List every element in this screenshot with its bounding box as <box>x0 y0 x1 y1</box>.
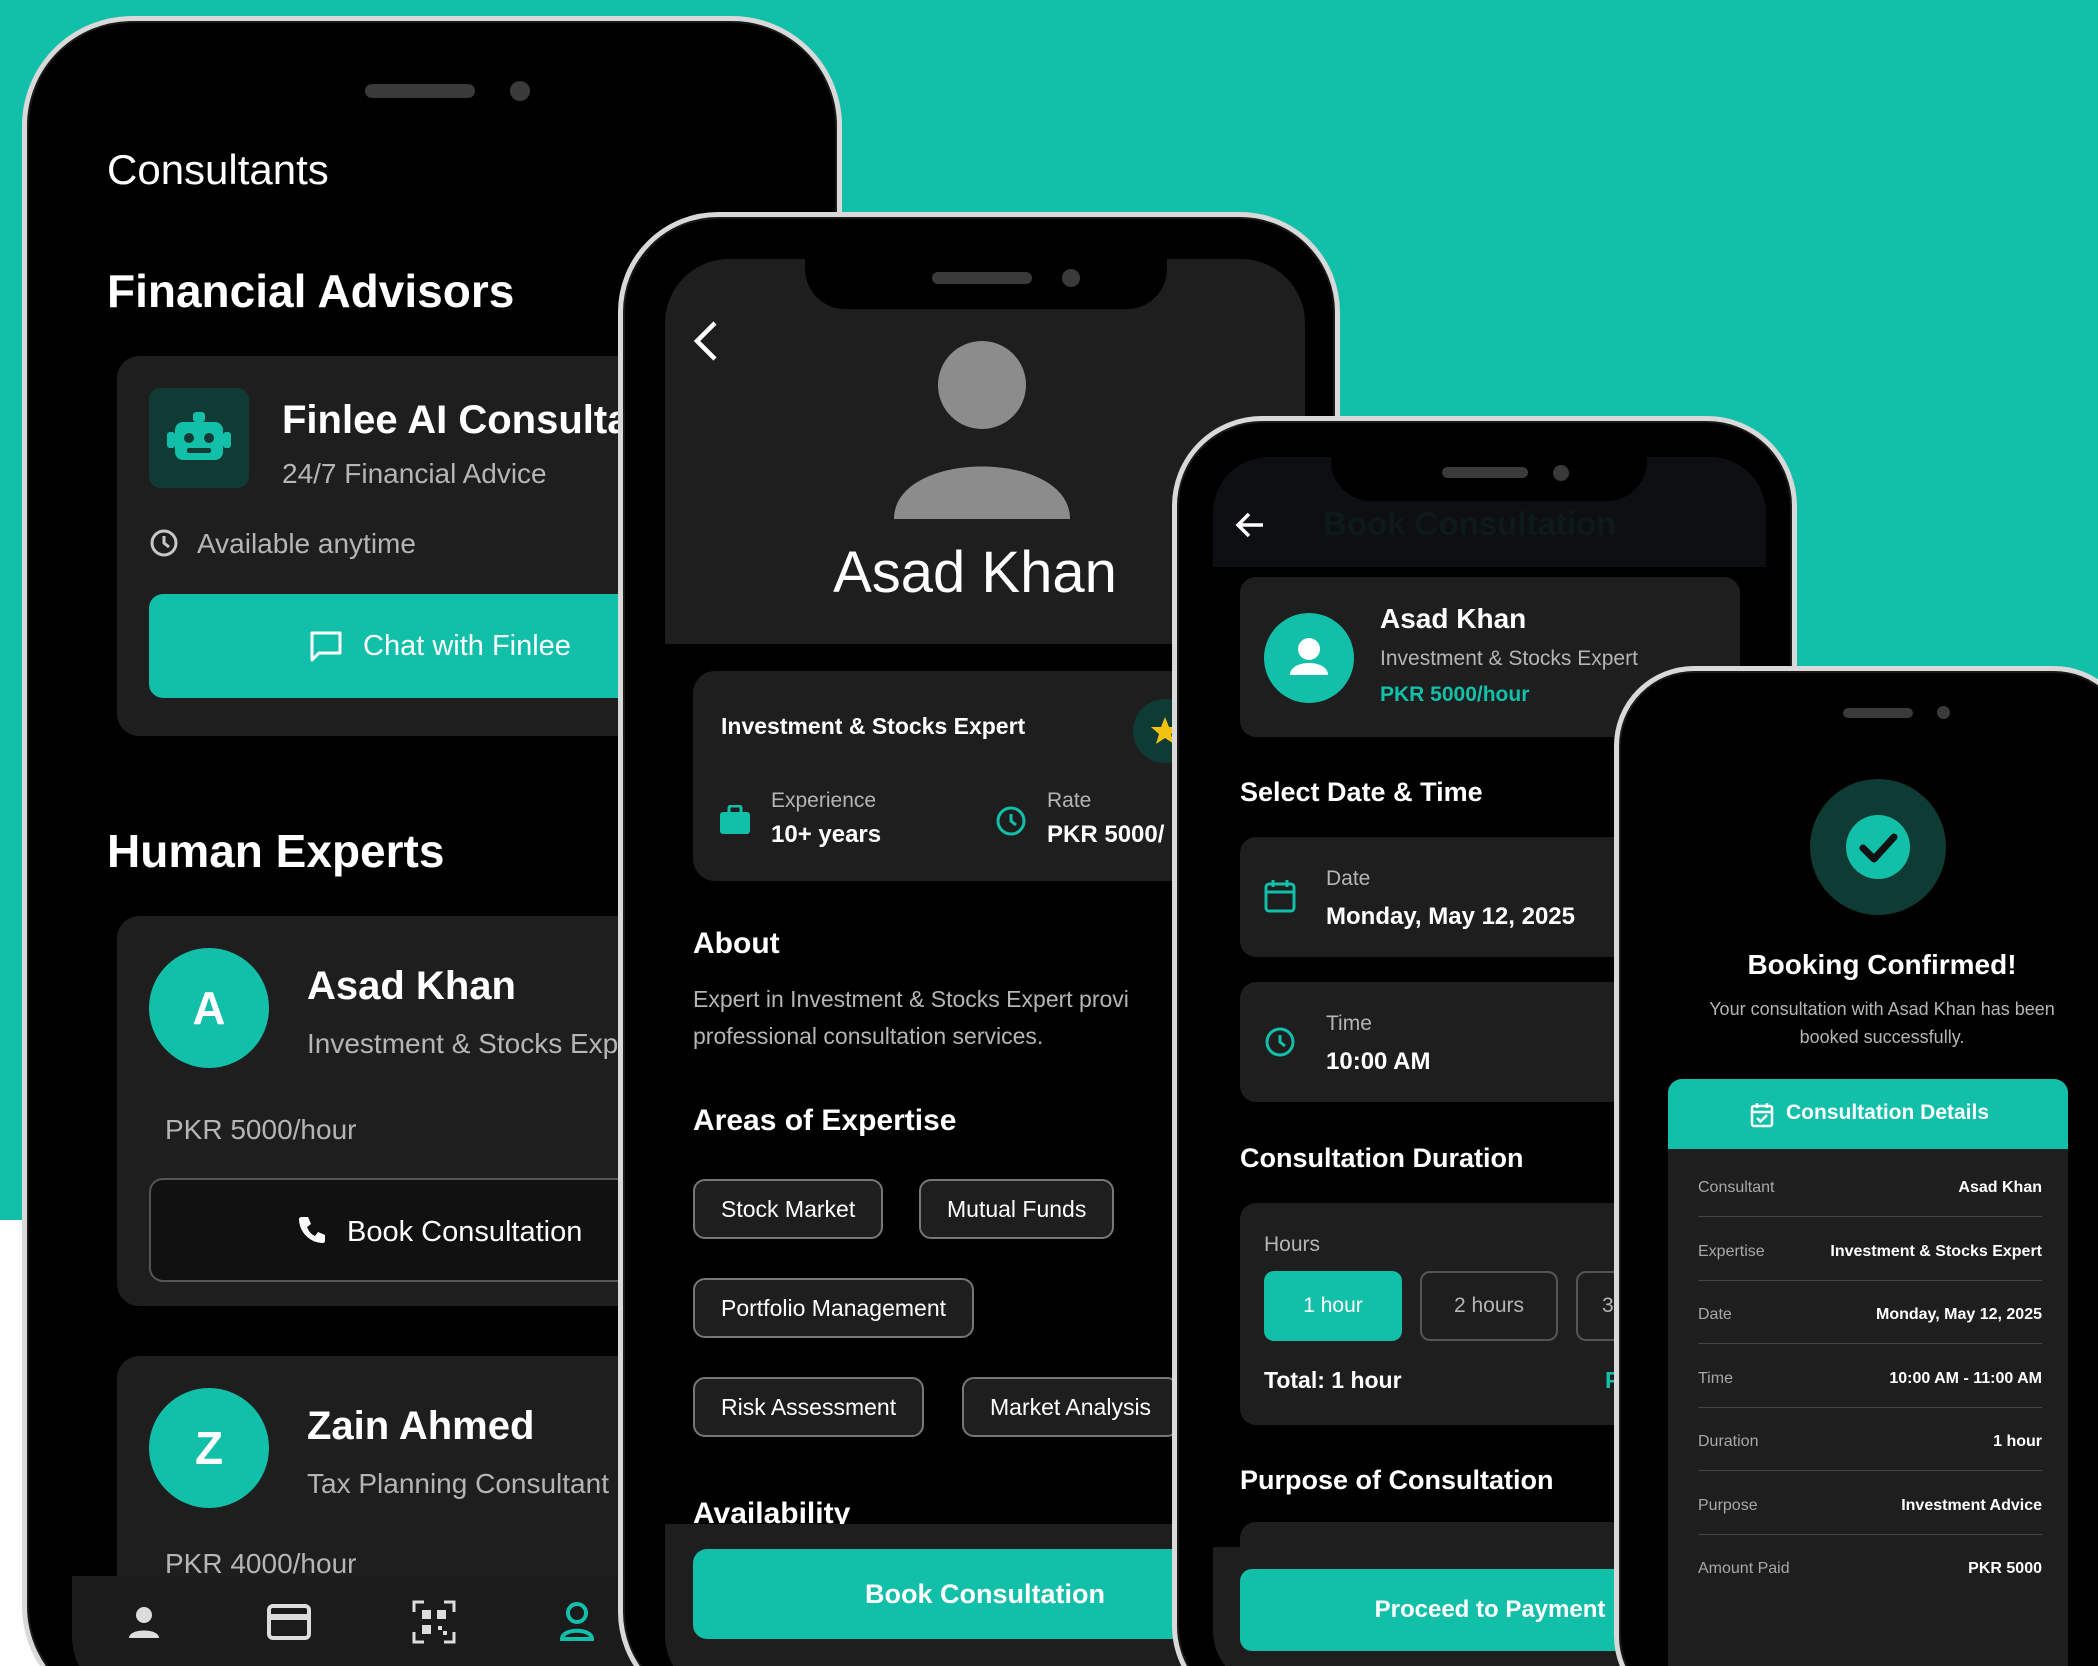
calendar-icon <box>1264 879 1296 913</box>
total-duration: Total: 1 hour <box>1264 1367 1402 1393</box>
expert-specialty: Investment & Stocks Exp <box>307 1028 619 1059</box>
phone-confirmation: Booking Confirmed! Your consultation wit… <box>1614 666 2098 1666</box>
availability-text: Available anytime <box>197 528 416 559</box>
detail-row: Date Monday, May 12, 2025 <box>1698 1294 2042 1344</box>
calendar-check-icon <box>1750 1102 1774 1128</box>
clock-icon <box>995 805 1027 837</box>
card-icon[interactable] <box>267 1604 311 1640</box>
rate-value: PKR 5000/ <box>1047 821 1165 848</box>
book-button-label: Book Consultation <box>347 1216 583 1248</box>
detail-value: Asad Khan <box>1958 1179 2042 1196</box>
consultant-rate: PKR 5000/hour <box>1380 683 1530 706</box>
detail-value: PKR 5000 <box>1968 1560 2042 1577</box>
detail-label: Purpose <box>1698 1496 1758 1514</box>
card-title: Investment & Stocks Expert <box>721 713 1026 739</box>
duration-heading: Consultation Duration <box>1240 1143 1524 1173</box>
hours-label: Hours <box>1264 1233 1321 1256</box>
expertise-tag: Market Analysis <box>962 1377 1180 1437</box>
check-circle-icon <box>1844 813 1912 881</box>
detail-label: Consultant <box>1698 1179 1775 1196</box>
detail-label: Duration <box>1698 1433 1759 1450</box>
app-bar-title: Book Consultation <box>1323 505 1617 542</box>
expert-name: Zain Ahmed <box>307 1404 535 1448</box>
time-label: Time <box>1326 1012 1372 1035</box>
detail-row: Duration 1 hour <box>1698 1421 2042 1471</box>
detail-value: 10:00 AM - 11:00 AM <box>1889 1369 2042 1387</box>
about-heading: About <box>693 927 780 960</box>
details-header: Consultation Details <box>1668 1079 2068 1149</box>
duration-option[interactable]: 2 hours <box>1420 1271 1558 1341</box>
details-heading: Consultation Details <box>1786 1101 1990 1124</box>
date-time-heading: Select Date & Time <box>1240 777 1483 807</box>
clock-icon <box>1264 1026 1296 1058</box>
rate-label: Rate <box>1047 789 1092 812</box>
confirmation-message-line-1: Your consultation with Asad Khan has bee… <box>1709 999 2055 1019</box>
avatar: A <box>149 948 269 1068</box>
phone-icon <box>296 1214 328 1246</box>
section-heading-human: Human Experts <box>107 825 445 877</box>
profile-icon[interactable] <box>557 1600 597 1642</box>
expertise-tag: Stock Market <box>693 1179 884 1239</box>
detail-value: Investment Advice <box>1901 1496 2042 1514</box>
chat-button-label: Chat with Finlee <box>363 630 571 662</box>
expertise-tag: Risk Assessment <box>693 1377 925 1437</box>
date-label: Date <box>1326 867 1371 890</box>
back-arrow-icon[interactable] <box>1235 511 1265 539</box>
clock-icon <box>149 528 179 558</box>
chat-icon <box>309 630 343 662</box>
qr-icon[interactable] <box>412 1600 456 1644</box>
avatar <box>1264 613 1354 703</box>
detail-label: Amount Paid <box>1698 1560 1790 1577</box>
page-title: Consultants <box>107 146 329 193</box>
detail-row: Amount Paid PKR 5000 <box>1698 1548 2042 1598</box>
experience-label: Experience <box>771 789 877 812</box>
detail-label: Time <box>1698 1369 1733 1387</box>
expert-rate: PKR 5000/hour <box>165 1114 357 1145</box>
ai-consultant-subtitle: 24/7 Financial Advice <box>282 458 547 489</box>
about-text-line-2: professional consultation services. <box>693 1023 1044 1049</box>
detail-row: Expertise Investment & Stocks Expert <box>1698 1231 2042 1281</box>
detail-value: 1 hour <box>1993 1433 2042 1450</box>
consultant-name: Asad Khan <box>1380 603 1527 634</box>
experience-value: 10+ years <box>771 821 882 848</box>
detail-value: Investment & Stocks Expert <box>1830 1242 2042 1260</box>
expertise-heading: Areas of Expertise <box>693 1104 957 1137</box>
confirmation-message-line-2: booked successfully. <box>1799 1027 1965 1047</box>
expert-name: Asad Khan <box>307 964 516 1008</box>
confirmation-title: Booking Confirmed! <box>1747 949 2017 980</box>
ai-consultant-name: Finlee AI Consulta <box>282 398 630 442</box>
duration-option-selected[interactable]: 1 hour <box>1264 1271 1402 1341</box>
detail-row: Consultant Asad Khan <box>1698 1167 2042 1217</box>
robot-icon <box>149 388 249 488</box>
consultant-role: Investment & Stocks Expert <box>1380 647 1638 670</box>
expertise-tag: Portfolio Management <box>693 1278 975 1338</box>
about-text-line-1: Expert in Investment & Stocks Expert pro… <box>693 986 1129 1012</box>
briefcase-icon <box>719 805 751 835</box>
detail-row: Time 10:00 AM - 11:00 AM <box>1698 1358 2042 1408</box>
back-chevron-icon[interactable] <box>691 319 721 363</box>
purpose-heading: Purpose of Consultation <box>1240 1465 1554 1495</box>
profile-name: Asad Khan <box>833 540 1117 605</box>
profile-photo-placeholder <box>892 339 1072 519</box>
section-heading-ai: Financial Advisors <box>107 265 515 317</box>
success-badge <box>1810 779 1946 915</box>
expert-specialty: Tax Planning Consultant <box>307 1468 609 1499</box>
detail-row: Purpose Investment Advice <box>1698 1485 2042 1535</box>
detail-value: Monday, May 12, 2025 <box>1876 1306 2042 1323</box>
time-value: 10:00 AM <box>1326 1048 1431 1075</box>
date-value: Monday, May 12, 2025 <box>1326 903 1575 930</box>
detail-label: Expertise <box>1698 1242 1765 1260</box>
details-card: Consultation Details Consultant Asad Khan… <box>1668 1079 2068 1666</box>
detail-label: Date <box>1698 1306 1732 1323</box>
expertise-tag: Mutual Funds <box>919 1179 1115 1239</box>
person-icon[interactable] <box>124 1602 164 1642</box>
avatar: Z <box>149 1388 269 1508</box>
